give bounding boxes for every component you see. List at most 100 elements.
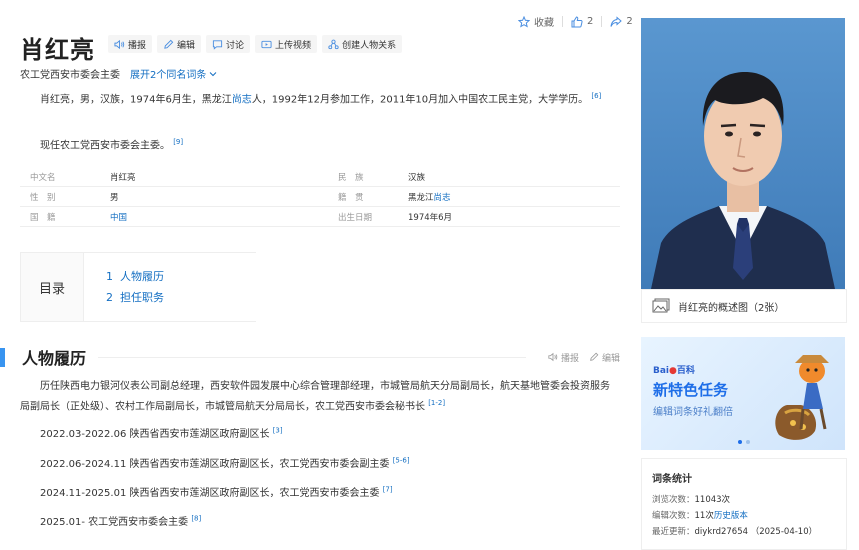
intro-paragraph: 肖红亮，男，汉族，1974年6月生，黑龙江尚志人，1992年12月参加工作，20… [20, 88, 618, 108]
career-entry: 2022.03-2022.06 陕西省西安市莲湖区政府副区长 [3] [40, 425, 283, 440]
section-accent-bar [0, 347, 5, 367]
reference-link[interactable]: [5-6] [393, 457, 410, 465]
section-broadcast-label: 播报 [560, 353, 579, 364]
create-relation-button[interactable]: 创建人物关系 [322, 35, 403, 53]
page-title: 肖红亮 [20, 36, 95, 64]
logo-text: Bai [653, 366, 670, 376]
article-actions: 收藏 2 2 [518, 14, 633, 29]
reference-link[interactable]: [6] [591, 92, 601, 100]
stats-label: 浏览次数： [652, 495, 695, 505]
reference-link[interactable]: [7] [383, 486, 393, 494]
info-key: 出生日期 [338, 212, 373, 223]
expand-same-name-link[interactable]: 展开2个同名词条 [130, 66, 217, 81]
entry-subtitle: 农工党西安市委会主委 展开2个同名词条 [20, 66, 217, 81]
discuss-button[interactable]: 讨论 [206, 35, 251, 53]
toc-item-career[interactable]: 1 人物履历 [106, 266, 164, 287]
shangzhi-link[interactable]: 尚志 [232, 94, 252, 105]
stats-edits: 编辑次数：11次历史版本 [652, 509, 748, 521]
share-count: 2 [626, 16, 633, 27]
scarecrow-mascot-icon [775, 355, 829, 440]
info-row: 中文名 肖红亮 民 族 汉族 [20, 167, 620, 187]
toc-item-text: 担任职务 [120, 291, 164, 304]
table-of-contents: 目录 1 人物履历 2 担任职务 [20, 252, 256, 322]
toolbar: 播报 编辑 讨论 上传视频 创建人物关系 [108, 35, 403, 53]
career-entry-text: 2024.11-2025.01 陕西省西安市莲湖区政府副区长，农工党西安市委会主… [40, 488, 380, 499]
chat-bubble-icon [212, 39, 223, 50]
info-value: 1974年6月 [408, 212, 453, 223]
toc-item-positions[interactable]: 2 担任职务 [106, 287, 164, 308]
banner-subtitle: 编辑词条好礼翻倍 [653, 407, 733, 418]
info-key: 国 籍 [30, 212, 56, 223]
create-relation-label: 创建人物关系 [342, 40, 397, 51]
career-entry-text: 2025.01- 农工党西安市委会主委 [40, 517, 189, 528]
discuss-label: 讨论 [226, 40, 245, 51]
divider [601, 16, 603, 27]
career-entry: 2022.06-2024.11 陕西省西安市莲湖区政府副区长，农工党西安市委会副… [40, 455, 410, 470]
stats-views: 浏览次数：11043次 [652, 493, 730, 505]
like-count: 2 [587, 16, 594, 27]
career-entry: 2024.11-2025.01 陕西省西安市莲湖区政府副区长，农工党西安市委会主… [40, 484, 393, 499]
edit-button[interactable]: 编辑 [157, 35, 202, 53]
china-link[interactable]: 中国 [110, 213, 127, 223]
share-icon [610, 15, 623, 27]
info-row: 国 籍 中国 出生日期 1974年6月 [20, 207, 620, 227]
info-value: 肖红亮 [110, 172, 136, 183]
intro-text: 肖红亮，男，汉族，1974年6月生，黑龙江 [40, 94, 232, 106]
portrait-photo[interactable] [641, 18, 845, 289]
carousel-dot[interactable] [738, 440, 742, 444]
intro-text: 人，1992年12月参加工作，2011年10月加入中国农工民主党，大学学历。 [251, 94, 589, 106]
thumbs-up-icon [571, 15, 583, 27]
career-entry: 2025.01- 农工党西安市委会主委 [8] [40, 513, 201, 528]
photo-caption[interactable]: 肖红亮的概述图（2张） [641, 289, 847, 323]
upload-video-button[interactable]: 上传视频 [255, 35, 318, 53]
portrait-illustration [641, 18, 845, 289]
photo-caption-text: 肖红亮的概述图（2张） [678, 302, 785, 314]
people-network-icon [328, 39, 339, 49]
stats-label: 编辑次数： [652, 511, 695, 521]
section-title: 人物履历 [22, 349, 87, 368]
section-broadcast-button[interactable]: 播报 [548, 351, 579, 364]
stats-title: 词条统计 [652, 474, 692, 485]
reference-link[interactable]: [3] [273, 427, 283, 435]
toc-label: 目录 [21, 253, 84, 321]
info-key: 中文名 [30, 172, 56, 183]
like-button[interactable]: 2 [571, 15, 594, 28]
basic-info-table: 中文名 肖红亮 民 族 汉族 性 别 男 籍 贯 黑龙江尚志 国 籍 中国 出生… [20, 167, 620, 227]
toc-item-number: 2 [106, 291, 113, 304]
stats-value: diykrd27654 （2025-04-10） [694, 527, 818, 537]
info-key: 籍 贯 [338, 192, 364, 203]
video-icon [261, 40, 272, 48]
expand-label: 展开2个同名词条 [130, 70, 207, 81]
toc-item-text: 人物履历 [120, 270, 164, 283]
carousel-dot[interactable] [746, 440, 750, 444]
stats-value: 11次 [694, 511, 714, 521]
speaker-icon [114, 39, 125, 49]
info-value: 中国 [110, 211, 328, 223]
career-entry-text: 2022.03-2022.06 陕西省西安市莲湖区政府副区长 [40, 429, 270, 440]
reference-link[interactable]: [8] [191, 515, 201, 523]
info-key: 性 别 [30, 192, 56, 203]
banner-title: 新特色任务 [653, 381, 729, 399]
info-value: 黑龙江尚志 [408, 191, 451, 203]
current-position-text: 现任农工党西安市委会主委。 [40, 140, 170, 152]
chevron-down-icon [210, 71, 217, 76]
divider [98, 356, 526, 358]
info-value-text: 黑龙江 [408, 192, 434, 203]
shangzhi-link[interactable]: 尚志 [434, 193, 451, 203]
pencil-icon [164, 39, 174, 49]
section-edit-button[interactable]: 编辑 [589, 351, 620, 364]
reference-link[interactable]: [9] [173, 138, 183, 146]
promo-banner[interactable]: Bai●百科 新特色任务 编辑词条好礼翻倍 [641, 337, 845, 450]
divider [562, 16, 563, 27]
section-header-career: 人物履历 播报 编辑 [0, 342, 620, 372]
favorite-label: 收藏 [534, 18, 554, 29]
section-edit-label: 编辑 [601, 353, 620, 364]
baike-logo: Bai●百科 [653, 363, 695, 376]
stats-label: 最近更新： [652, 527, 695, 537]
share-button[interactable]: 2 [610, 15, 633, 28]
speaker-icon [548, 352, 558, 362]
favorite-button[interactable]: 收藏 [518, 14, 554, 29]
reference-link[interactable]: [1-2] [428, 399, 445, 407]
history-versions-link[interactable]: 历史版本 [714, 511, 748, 521]
broadcast-button[interactable]: 播报 [108, 35, 153, 53]
